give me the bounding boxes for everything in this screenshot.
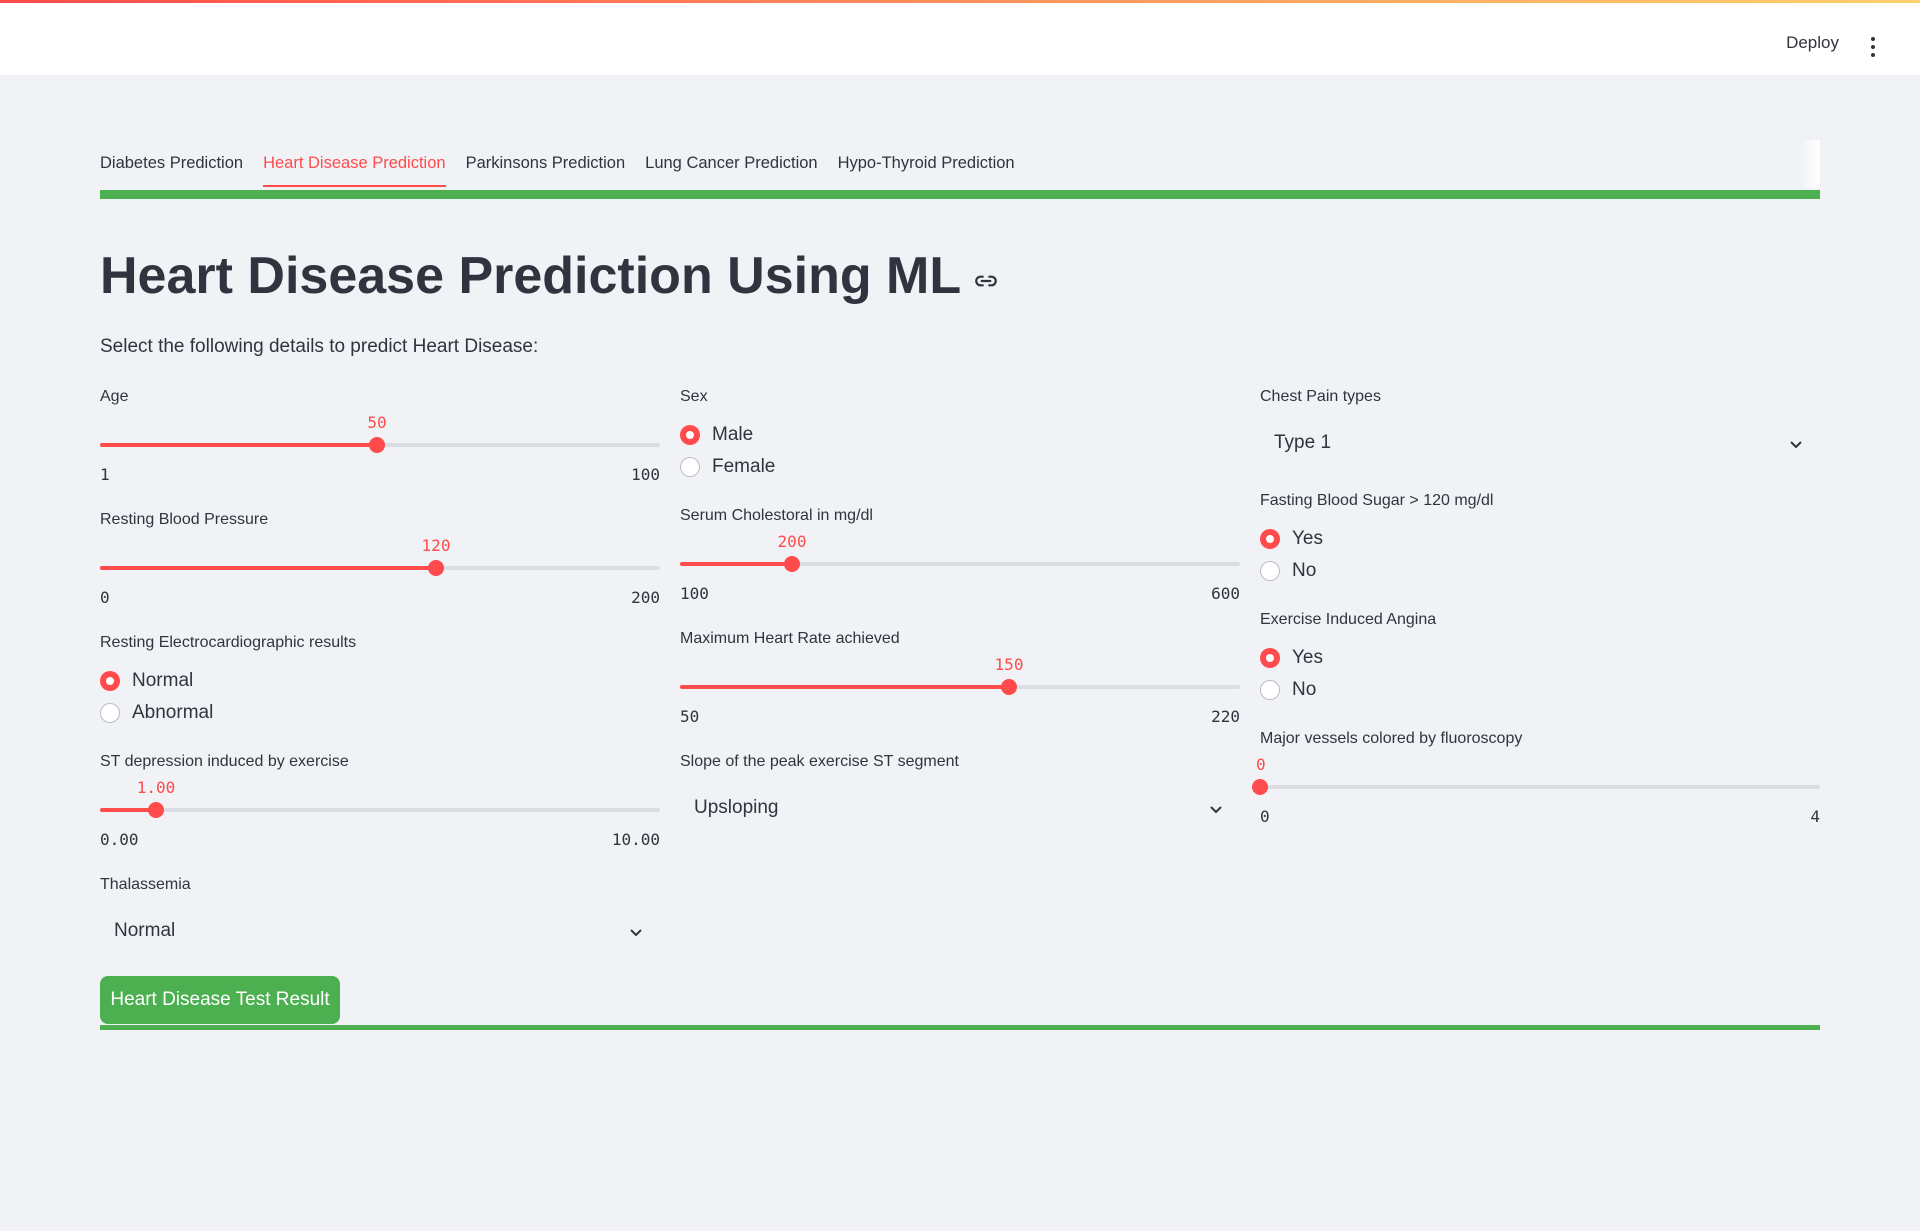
fbs-option-yes[interactable]: Yes xyxy=(1260,523,1323,555)
sex-option-male[interactable]: Male xyxy=(680,419,775,451)
kebab-menu-icon[interactable] xyxy=(1870,37,1876,57)
radio-selected-icon xyxy=(1260,648,1280,668)
chest-pain-label: Chest Pain types xyxy=(1260,388,1381,405)
slope-label: Slope of the peak exercise ST segment xyxy=(680,753,959,770)
max-heart-rate-value: 150 xyxy=(994,655,1024,674)
major-vessels-slider[interactable]: 0 0 4 xyxy=(1252,745,1820,826)
resting-bp-min: 0 xyxy=(100,588,110,607)
major-vessels-slider-thumb[interactable] xyxy=(1252,779,1268,795)
chest-pain-select[interactable]: Type 1 xyxy=(1260,420,1820,466)
sex-radio-group: Male Female xyxy=(680,419,775,483)
st-depression-slider-thumb[interactable] xyxy=(148,802,164,818)
age-max: 100 xyxy=(631,465,660,484)
ecg-option-normal[interactable]: Normal xyxy=(100,665,213,697)
angina-option-yes[interactable]: Yes xyxy=(1260,642,1323,674)
resting-bp-value: 120 xyxy=(421,536,451,555)
resting-bp-max: 200 xyxy=(631,588,660,607)
form-bottom-border xyxy=(100,1025,1820,1030)
resting-bp-slider[interactable]: 120 0 200 xyxy=(100,526,660,607)
radio-unselected-icon xyxy=(1260,680,1280,700)
st-depression-slider[interactable]: 1.00 0.00 10.00 xyxy=(100,768,660,849)
cholesterol-max: 600 xyxy=(1211,584,1240,603)
fasting-blood-sugar-radio-group: Yes No xyxy=(1260,523,1323,587)
ecg-option-abnormal[interactable]: Abnormal xyxy=(100,697,213,729)
sex-option-female[interactable]: Female xyxy=(680,451,775,483)
major-vessels-value: 0 xyxy=(1256,755,1266,774)
radio-unselected-icon xyxy=(680,457,700,477)
max-heart-rate-max: 220 xyxy=(1211,707,1240,726)
tab-lung-cancer[interactable]: Lung Cancer Prediction xyxy=(645,154,817,187)
tab-panel-border xyxy=(100,190,1820,199)
max-heart-rate-slider-thumb[interactable] xyxy=(1001,679,1017,695)
fasting-blood-sugar-label: Fasting Blood Sugar > 120 mg/dl xyxy=(1260,492,1494,509)
tab-diabetes[interactable]: Diabetes Prediction xyxy=(100,154,243,187)
heart-disease-test-result-button[interactable]: Heart Disease Test Result xyxy=(100,976,340,1024)
age-slider[interactable]: 50 1 100 xyxy=(100,403,660,484)
tab-hypo-thyroid[interactable]: Hypo-Thyroid Prediction xyxy=(838,154,1015,187)
resting-bp-slider-thumb[interactable] xyxy=(428,560,444,576)
age-value: 50 xyxy=(367,413,387,432)
page-subtitle: Select the following details to predict … xyxy=(100,336,539,357)
radio-selected-icon xyxy=(1260,529,1280,549)
max-heart-rate-slider[interactable]: 150 50 220 xyxy=(680,645,1240,726)
tab-heart-disease[interactable]: Heart Disease Prediction xyxy=(263,154,446,187)
angina-option-no[interactable]: No xyxy=(1260,674,1323,706)
age-slider-thumb[interactable] xyxy=(369,437,385,453)
chest-pain-selected-value: Type 1 xyxy=(1274,432,1332,453)
major-vessels-max: 4 xyxy=(1810,807,1820,826)
thalassemia-label: Thalassemia xyxy=(100,876,191,893)
chevron-down-icon xyxy=(1210,806,1222,814)
radio-selected-icon xyxy=(680,425,700,445)
tab-parkinsons[interactable]: Parkinsons Prediction xyxy=(466,154,626,187)
ecg-label: Resting Electrocardiographic results xyxy=(100,634,357,651)
tab-scroll-fade xyxy=(1800,140,1820,188)
slope-selected-value: Upsloping xyxy=(694,797,779,818)
chevron-down-icon xyxy=(630,929,642,937)
age-min: 1 xyxy=(100,465,110,484)
major-vessels-min: 0 xyxy=(1260,807,1270,826)
sex-label: Sex xyxy=(680,388,708,405)
radio-unselected-icon xyxy=(1260,561,1280,581)
page-title-text: Heart Disease Prediction Using ML xyxy=(100,247,962,305)
cholesterol-slider[interactable]: 200 100 600 xyxy=(680,522,1240,603)
st-depression-max: 10.00 xyxy=(611,830,660,849)
fbs-option-no[interactable]: No xyxy=(1260,555,1323,587)
max-heart-rate-min: 50 xyxy=(680,707,700,726)
exercise-angina-radio-group: Yes No xyxy=(1260,642,1323,706)
st-depression-value: 1.00 xyxy=(136,778,176,797)
slope-select[interactable]: Upsloping xyxy=(680,785,1240,831)
cholesterol-min: 100 xyxy=(680,584,709,603)
cholesterol-slider-thumb[interactable] xyxy=(784,556,800,572)
thalassemia-select[interactable]: Normal xyxy=(100,908,660,954)
radio-selected-icon xyxy=(100,671,120,691)
chevron-down-icon xyxy=(1790,441,1802,449)
thalassemia-selected-value: Normal xyxy=(114,920,176,941)
deploy-button[interactable]: Deploy xyxy=(1786,33,1839,53)
exercise-angina-label: Exercise Induced Angina xyxy=(1260,611,1437,628)
link-icon[interactable] xyxy=(973,268,999,294)
page-title: Heart Disease Prediction Using ML xyxy=(100,246,999,306)
cholesterol-value: 200 xyxy=(777,532,807,551)
ecg-radio-group: Normal Abnormal xyxy=(100,665,213,729)
radio-unselected-icon xyxy=(100,703,120,723)
st-depression-min: 0.00 xyxy=(100,830,139,849)
app-header: Deploy xyxy=(0,3,1920,75)
